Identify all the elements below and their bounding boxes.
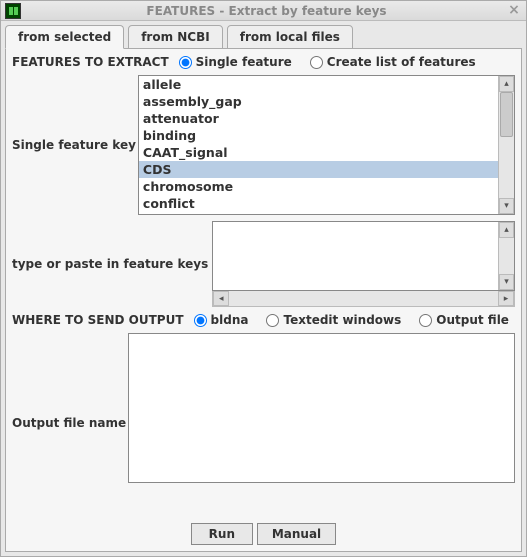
scroll-track[interactable] [499, 92, 514, 198]
tab-from-local-files[interactable]: from local files [227, 25, 353, 49]
radio-bldna-input[interactable] [194, 314, 207, 327]
radio-create-list[interactable]: Create list of features [310, 55, 476, 69]
paste-keys-label: type or paste in feature keys [12, 257, 208, 271]
output-dest-label: WHERE TO SEND OUTPUT [12, 313, 184, 327]
single-feature-listbox[interactable]: allele assembly_gap attenuator binding C… [138, 75, 515, 215]
app-window: FEATURES - Extract by feature keys × fro… [0, 0, 527, 557]
button-bar: Run Manual [12, 519, 515, 545]
output-file-row: Output file name [12, 333, 515, 513]
single-feature-row: Single feature key allele assembly_gap a… [12, 75, 515, 215]
list-item-selected[interactable]: CDS [139, 161, 498, 178]
scroll-left-icon[interactable]: ◂ [213, 291, 229, 306]
single-feature-list[interactable]: allele assembly_gap attenuator binding C… [139, 76, 498, 214]
radio-textedit-input[interactable] [266, 314, 279, 327]
scroll-track[interactable] [229, 291, 498, 306]
radio-bldna-label: bldna [211, 313, 249, 327]
feature-mode-radios: Single feature Create list of features [179, 55, 476, 69]
paste-keys-vscrollbar[interactable]: ▴ ▾ [498, 222, 514, 290]
features-to-extract-row: FEATURES TO EXTRACT Single feature Creat… [12, 55, 515, 69]
radio-single-feature[interactable]: Single feature [179, 55, 292, 69]
tab-from-ncbi[interactable]: from NCBI [128, 25, 223, 49]
paste-keys-textarea[interactable]: ▴ ▾ [212, 221, 515, 291]
tab-bar: from selected from NCBI from local files [5, 25, 522, 49]
scroll-up-icon[interactable]: ▴ [499, 222, 514, 238]
radio-output-file[interactable]: Output file [419, 313, 509, 327]
radio-single-feature-input[interactable] [179, 56, 192, 69]
radio-textedit[interactable]: Textedit windows [266, 313, 401, 327]
single-feature-label: Single feature key [12, 138, 136, 152]
scroll-track[interactable] [499, 238, 514, 274]
scroll-down-icon[interactable]: ▾ [499, 198, 514, 214]
scroll-right-icon[interactable]: ▸ [498, 291, 514, 306]
tab-panel-from-selected: FEATURES TO EXTRACT Single feature Creat… [5, 48, 522, 552]
manual-button[interactable]: Manual [257, 523, 336, 545]
radio-bldna[interactable]: bldna [194, 313, 249, 327]
list-item[interactable]: attenuator [139, 110, 498, 127]
paste-keys-row: type or paste in feature keys ▴ ▾ ◂ ▸ [12, 221, 515, 307]
radio-create-list-input[interactable] [310, 56, 323, 69]
window-title: FEATURES - Extract by feature keys [27, 4, 506, 18]
radio-single-feature-label: Single feature [196, 55, 292, 69]
radio-textedit-label: Textedit windows [283, 313, 401, 327]
close-icon[interactable]: × [506, 3, 522, 19]
scroll-down-icon[interactable]: ▾ [499, 274, 514, 290]
titlebar[interactable]: FEATURES - Extract by feature keys × [1, 1, 526, 21]
list-item[interactable]: allele [139, 76, 498, 93]
list-item[interactable]: binding [139, 127, 498, 144]
list-item[interactable]: conflict [139, 195, 498, 212]
features-to-extract-label: FEATURES TO EXTRACT [12, 55, 169, 69]
radio-output-file-input[interactable] [419, 314, 432, 327]
scroll-up-icon[interactable]: ▴ [499, 76, 514, 92]
list-item[interactable]: CAAT_signal [139, 144, 498, 161]
output-file-textarea[interactable] [128, 333, 515, 483]
radio-create-list-label: Create list of features [327, 55, 476, 69]
client-area: from selected from NCBI from local files… [1, 21, 526, 556]
scroll-thumb[interactable] [500, 92, 513, 137]
list-item[interactable]: assembly_gap [139, 93, 498, 110]
radio-output-file-label: Output file [436, 313, 509, 327]
output-dest-radios: bldna Textedit windows Output file [194, 313, 509, 327]
app-icon [5, 3, 21, 19]
list-item[interactable]: chromosome [139, 178, 498, 195]
run-button[interactable]: Run [191, 523, 253, 545]
paste-keys-content[interactable] [213, 222, 498, 290]
listbox-vscrollbar[interactable]: ▴ ▾ [498, 76, 514, 214]
paste-keys-hscrollbar[interactable]: ◂ ▸ [212, 291, 515, 307]
output-file-label: Output file name [12, 416, 126, 430]
output-dest-row: WHERE TO SEND OUTPUT bldna Textedit wind… [12, 313, 515, 327]
tab-from-selected[interactable]: from selected [5, 25, 124, 49]
